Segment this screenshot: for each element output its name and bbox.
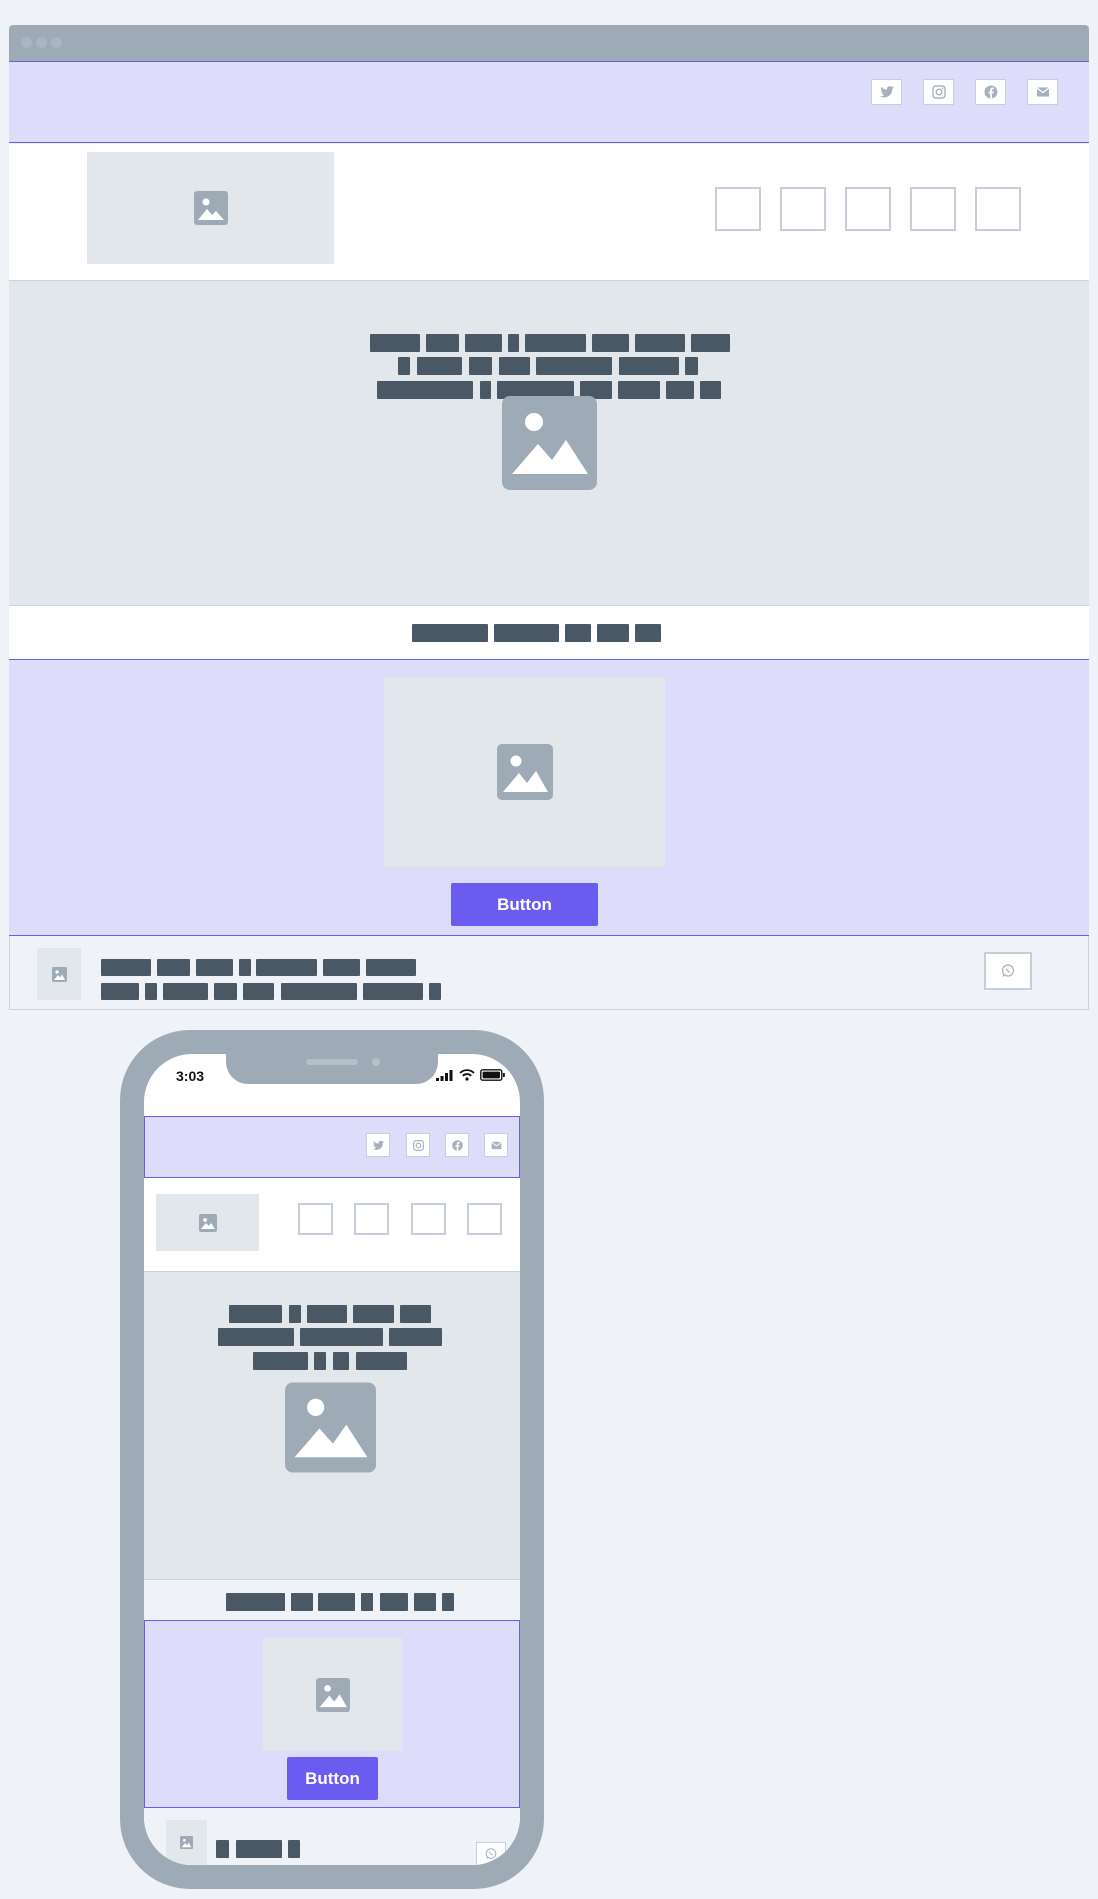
mobile-footer (144, 1808, 520, 1865)
mobile-social-bar (144, 1116, 520, 1178)
facebook-icon[interactable] (975, 79, 1006, 105)
hero-image-icon (502, 396, 597, 490)
cta-section: Button (9, 659, 1089, 936)
site-footer (9, 936, 1089, 1010)
image-icon (51, 966, 67, 982)
image-icon (193, 191, 228, 225)
phone-notch (226, 1054, 438, 1084)
battery-icon (480, 1069, 505, 1081)
image-icon (496, 744, 553, 800)
mobile-footer-logo-placeholder[interactable] (166, 1820, 207, 1865)
front-camera (372, 1058, 380, 1066)
social-top-bar (9, 61, 1089, 143)
status-time: 3:03 (176, 1068, 205, 1084)
twitter-icon[interactable] (366, 1133, 390, 1157)
window-dot-maximize[interactable] (51, 37, 62, 48)
phone-frame: 3:03 Button (120, 1030, 544, 1889)
logo-placeholder[interactable] (87, 152, 334, 264)
mobile-cta-section: Button (144, 1620, 520, 1808)
nav-item-2[interactable] (780, 187, 826, 231)
cta-button[interactable]: Button (451, 883, 598, 926)
nav-item-1[interactable] (715, 187, 761, 231)
hero-section (9, 281, 1089, 606)
mobile-header (144, 1178, 520, 1272)
window-dot-minimize[interactable] (36, 37, 47, 48)
nav-item-4[interactable] (910, 187, 956, 231)
facebook-icon[interactable] (445, 1133, 469, 1157)
image-icon (315, 1677, 350, 1712)
mobile-tagline-strip (144, 1580, 520, 1620)
wifi-icon (459, 1069, 475, 1081)
image-icon (198, 1213, 217, 1232)
browser-window: Button (9, 25, 1089, 1010)
image-icon (180, 1836, 193, 1849)
mobile-cta-image-placeholder (263, 1638, 402, 1751)
mail-icon[interactable] (484, 1133, 508, 1157)
mobile-cta-button[interactable]: Button (287, 1757, 378, 1800)
tagline-strip (9, 606, 1089, 659)
twitter-icon[interactable] (871, 79, 902, 105)
window-dot-close[interactable] (21, 37, 32, 48)
signal-icon (436, 1070, 453, 1081)
footer-logo-placeholder[interactable] (37, 948, 81, 1000)
mobile-nav-item-4[interactable] (467, 1203, 502, 1235)
instagram-icon[interactable] (923, 79, 954, 105)
mobile-nav-item-2[interactable] (354, 1203, 389, 1235)
whatsapp-icon[interactable] (984, 952, 1032, 990)
nav-item-5[interactable] (975, 187, 1021, 231)
mail-icon[interactable] (1027, 79, 1058, 105)
speaker (306, 1059, 358, 1065)
nav-item-3[interactable] (845, 187, 891, 231)
mobile-nav-item-3[interactable] (411, 1203, 446, 1235)
site-header (9, 144, 1089, 281)
mobile-nav-item-1[interactable] (298, 1203, 333, 1235)
cta-image-placeholder (384, 677, 665, 867)
mobile-hero-image-icon (285, 1382, 376, 1473)
mobile-logo-placeholder[interactable] (156, 1194, 259, 1251)
instagram-icon[interactable] (406, 1133, 430, 1157)
phone-screen: 3:03 Button (144, 1054, 520, 1865)
browser-title-bar (9, 25, 1089, 61)
whatsapp-icon[interactable] (476, 1842, 506, 1865)
mobile-hero-section (144, 1272, 520, 1580)
